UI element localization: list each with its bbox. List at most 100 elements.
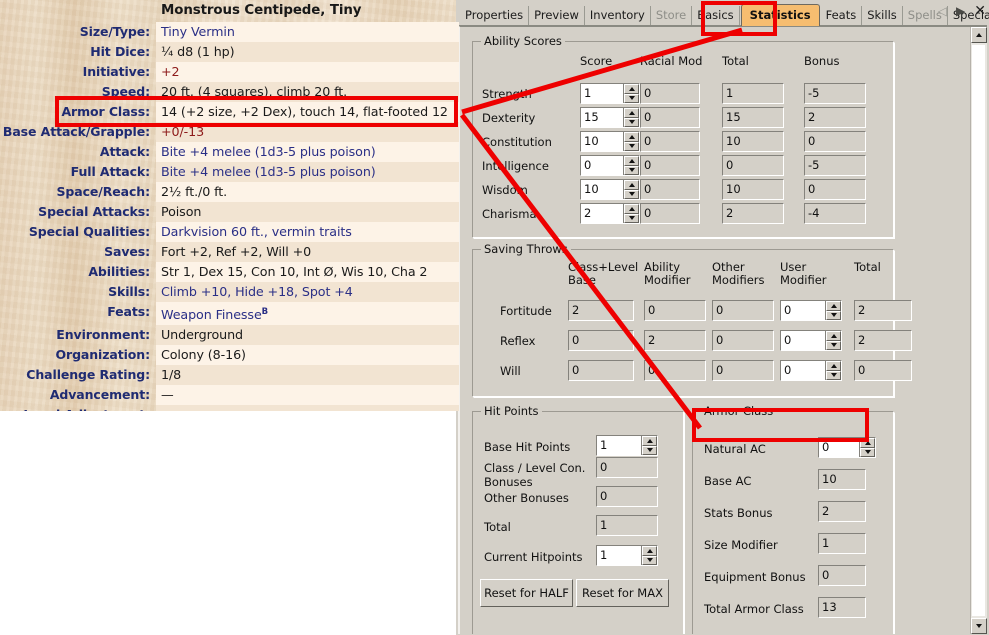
- ability-score-input-wisdom-value[interactable]: 10: [581, 180, 623, 199]
- statblock-row-value-text: Tiny Vermin: [161, 24, 235, 39]
- scroll-down-button[interactable]: [971, 618, 987, 634]
- saves-row-label-reflex: Reflex: [500, 334, 536, 348]
- spinner-up-icon[interactable]: [624, 84, 639, 94]
- spinner-up-icon[interactable]: [642, 546, 657, 556]
- spinner-up-icon[interactable]: [624, 180, 639, 190]
- spinner-down-icon[interactable]: [624, 189, 639, 199]
- ability-score-input-strength-stepper[interactable]: [623, 84, 639, 103]
- ability-score-input-constitution[interactable]: 10: [580, 131, 640, 152]
- scrollbar-gutter[interactable]: [972, 45, 985, 616]
- ability-column-header-0: Score: [580, 54, 613, 68]
- ability-score-input-intelligence-stepper[interactable]: [623, 156, 639, 175]
- vertical-scrollbar[interactable]: [970, 27, 987, 634]
- ability-score-input-intelligence[interactable]: 0: [580, 155, 640, 176]
- hp-field-4[interactable]: 1: [596, 545, 658, 566]
- spinner-down-icon[interactable]: [624, 93, 639, 103]
- triangle-left-icon[interactable]: ◁: [938, 5, 947, 17]
- spinner-up-icon[interactable]: [642, 436, 657, 446]
- statblock-row-value-text: Bite +4 melee (1d3-5 plus poison): [161, 164, 376, 179]
- triangle-right-icon[interactable]: ▶: [956, 5, 965, 17]
- statblock-row: Organization: Colony (8-16): [0, 345, 459, 366]
- saves-column-header-1: Ability Modifier: [644, 261, 691, 287]
- hp-field-4-value[interactable]: 1: [597, 546, 641, 565]
- spinner-down-icon[interactable]: [642, 445, 657, 455]
- statblock-row-value: Climb +10, Hide +18, Spot +4: [156, 282, 459, 302]
- saves-column-header-line2: Modifier: [644, 273, 691, 287]
- saving-throws-group: Saving Throws Class+Level Base Ability Modi…: [472, 242, 912, 398]
- tab-skills[interactable]: Skills: [862, 6, 903, 26]
- ability-score-input-intelligence-value[interactable]: 0: [581, 156, 623, 175]
- spinner-down-icon[interactable]: [624, 165, 639, 175]
- ability-score-input-wisdom-stepper[interactable]: [623, 180, 639, 199]
- hp-field-0-value[interactable]: 1: [597, 436, 641, 455]
- ability-score-input-charisma-stepper[interactable]: [623, 204, 639, 223]
- spinner-up-icon[interactable]: [624, 204, 639, 214]
- hp-field-label-0: Base Hit Points: [484, 440, 571, 454]
- spinner-down-icon[interactable]: [826, 310, 841, 320]
- hp-field-4-stepper[interactable]: [641, 546, 657, 565]
- tab-feats[interactable]: Feats: [820, 6, 863, 26]
- spinner-down-icon[interactable]: [624, 117, 639, 127]
- tab-inventory[interactable]: Inventory: [584, 6, 651, 26]
- spinner-up-icon[interactable]: [624, 108, 639, 118]
- saves-user-mod-reflex[interactable]: 0: [780, 330, 842, 351]
- spinner-up-icon[interactable]: [624, 132, 639, 142]
- tab-preview[interactable]: Preview: [529, 6, 585, 26]
- spinner-down-icon[interactable]: [624, 141, 639, 151]
- spinner-down-icon[interactable]: [826, 340, 841, 350]
- spinner-down-icon[interactable]: [826, 370, 841, 380]
- ability-column-header-2: Total: [722, 54, 749, 68]
- statistics-form: Ability Scores Score Racial Mod Total Bonus…: [460, 27, 970, 634]
- saves-user-mod-will-value[interactable]: 0: [781, 361, 825, 380]
- ability-score-input-charisma[interactable]: 2: [580, 203, 640, 224]
- statblock-row-label: Skills:: [108, 284, 150, 299]
- hp-field-0-stepper[interactable]: [641, 436, 657, 455]
- ac-field-1: 10: [818, 469, 866, 490]
- ability-score-input-dexterity-stepper[interactable]: [623, 108, 639, 127]
- ability-score-input-wisdom[interactable]: 10: [580, 179, 640, 200]
- saves-ability-mod-fortitude: 0: [644, 300, 706, 321]
- statblock-row: Saves: Fort +2, Ref +2, Will +0: [0, 242, 459, 262]
- spinner-down-icon[interactable]: [642, 555, 657, 565]
- ability-row-label-wisdom: Wisdom: [482, 183, 528, 197]
- saves-user-mod-will-stepper[interactable]: [825, 361, 841, 380]
- spinner-down-icon[interactable]: [860, 447, 875, 457]
- ability-score-input-charisma-value[interactable]: 2: [581, 204, 623, 223]
- ability-bonus-strength: -5: [804, 83, 866, 104]
- saves-user-mod-fortitude-stepper[interactable]: [825, 301, 841, 320]
- spinner-up-icon[interactable]: [826, 361, 841, 371]
- ac-field-label-1: Base AC: [704, 474, 752, 488]
- ability-score-input-strength-value[interactable]: 1: [581, 84, 623, 103]
- tab-store[interactable]: Store: [650, 6, 693, 26]
- spinner-up-icon[interactable]: [826, 301, 841, 311]
- tab-properties[interactable]: Properties: [460, 6, 530, 26]
- ability-score-input-dexterity[interactable]: 15: [580, 107, 640, 128]
- statblock-row-value-text: Poison: [161, 204, 202, 219]
- ability-score-input-strength[interactable]: 1: [580, 83, 640, 104]
- feat-source-superscript: B: [261, 307, 269, 317]
- saves-column-header-0: Class+Level Base: [568, 261, 638, 287]
- saves-user-mod-fortitude-value[interactable]: 0: [781, 301, 825, 320]
- statblock-row: Advancement: —: [0, 385, 459, 406]
- spinner-up-icon[interactable]: [826, 331, 841, 341]
- ability-bonus-constitution: 0: [804, 131, 866, 152]
- spinner-up-icon[interactable]: [624, 156, 639, 166]
- ability-row-label-strength: Strength: [482, 87, 532, 101]
- reset-for-max-button[interactable]: Reset for MAX: [576, 579, 669, 607]
- ability-total-dexterity: 15: [722, 107, 784, 128]
- saves-user-mod-will[interactable]: 0: [780, 360, 842, 381]
- ability-score-input-constitution-stepper[interactable]: [623, 132, 639, 151]
- spinner-down-icon[interactable]: [624, 213, 639, 223]
- reset-for-half-button[interactable]: Reset for HALF: [480, 579, 573, 607]
- saves-user-mod-reflex-value[interactable]: 0: [781, 331, 825, 350]
- ability-column-header-3: Bonus: [804, 54, 840, 68]
- ability-score-input-constitution-value[interactable]: 10: [581, 132, 623, 151]
- saves-user-mod-fortitude[interactable]: 0: [780, 300, 842, 321]
- close-icon[interactable]: ✕: [974, 4, 986, 18]
- ability-racial-mod-constitution: 0: [640, 131, 700, 152]
- saves-user-mod-reflex-stepper[interactable]: [825, 331, 841, 350]
- ability-score-input-dexterity-value[interactable]: 15: [581, 108, 623, 127]
- hp-field-0[interactable]: 1: [596, 435, 658, 456]
- scroll-up-button[interactable]: [971, 27, 987, 43]
- ability-column-header-1: Racial Mod: [640, 54, 703, 68]
